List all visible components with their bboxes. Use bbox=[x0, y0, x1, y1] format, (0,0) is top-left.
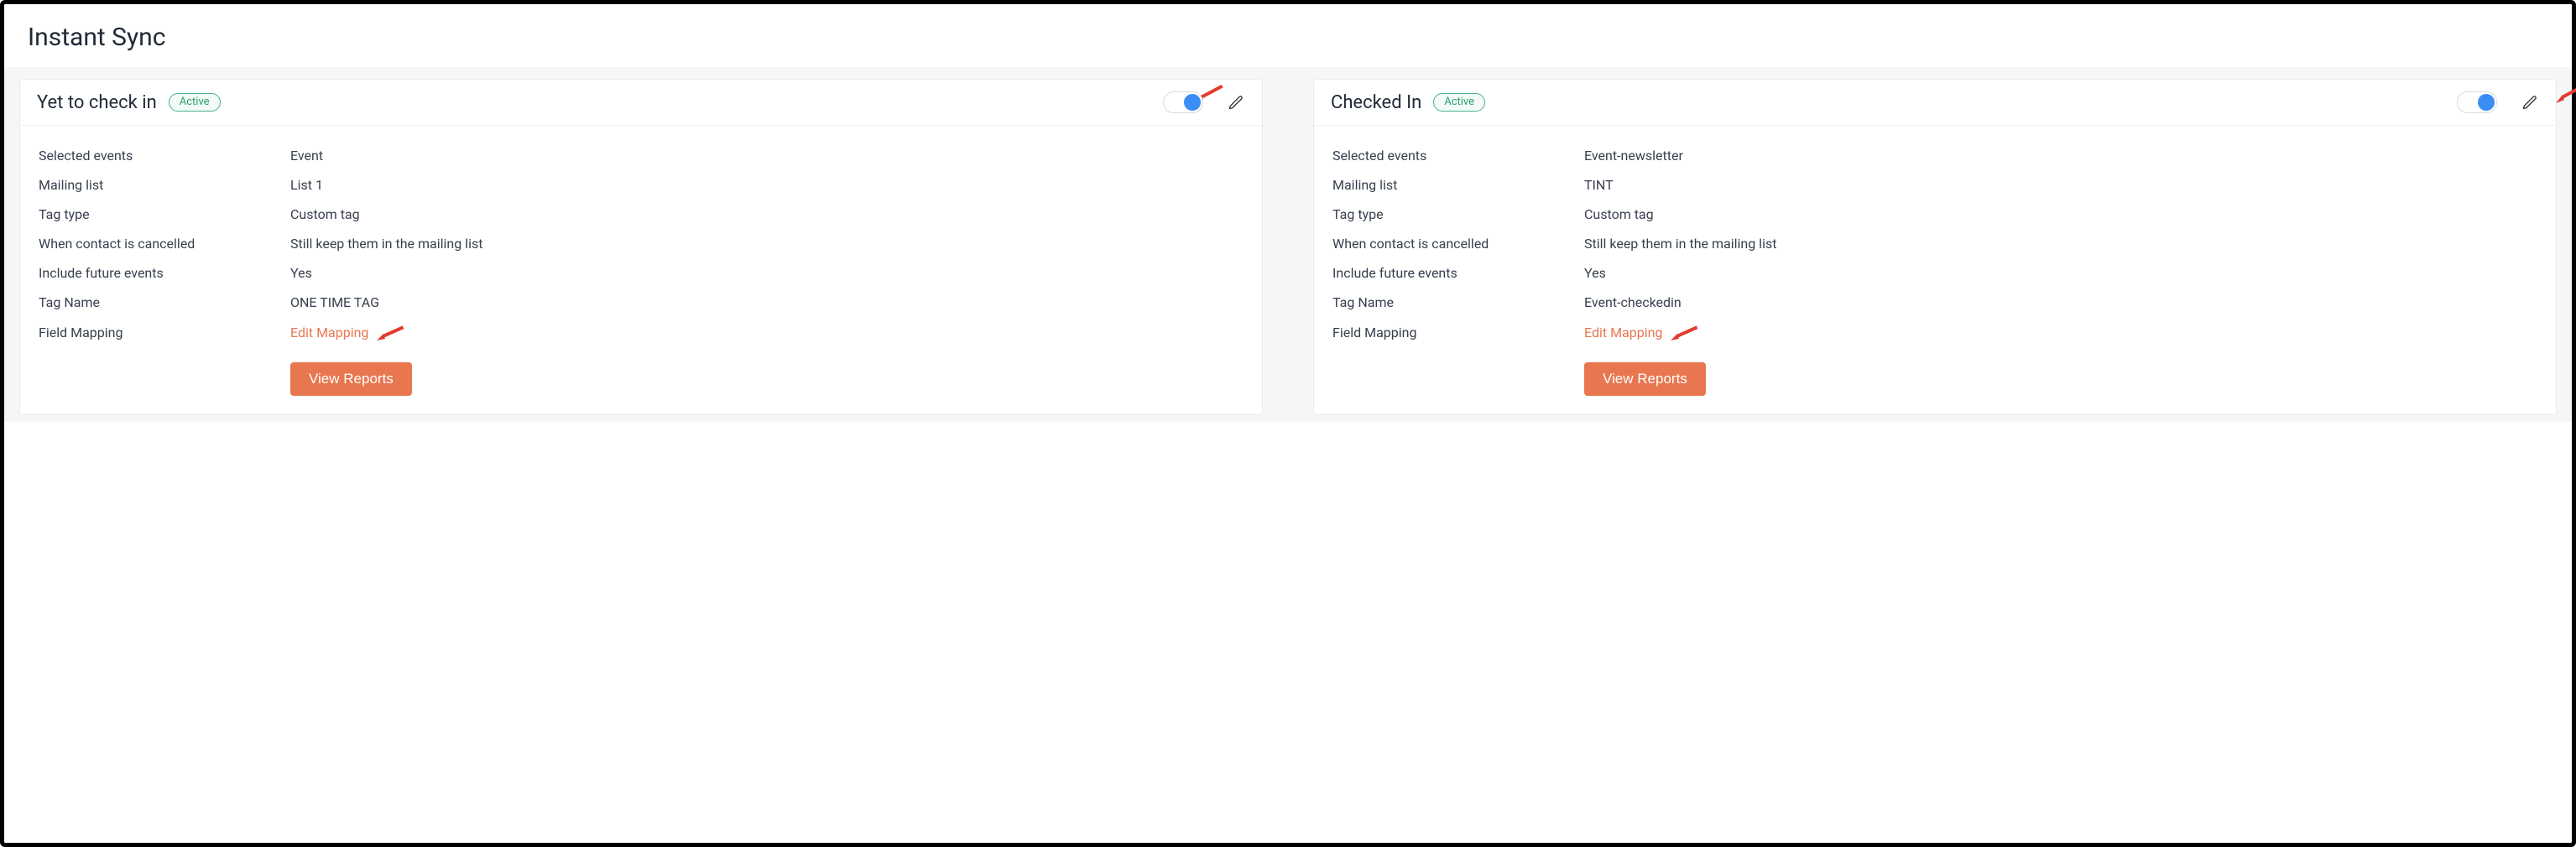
enable-toggle[interactable] bbox=[1163, 91, 1203, 113]
row-when-cancelled: When contact is cancelled Still keep the… bbox=[1332, 229, 2537, 258]
sync-card-yet-to-check-in: Yet to check in Active Selected events E… bbox=[19, 79, 1263, 415]
value-mailing-list: List 1 bbox=[290, 177, 1244, 193]
row-tag-type: Tag type Custom tag bbox=[1332, 200, 2537, 229]
row-mailing-list: Mailing list List 1 bbox=[39, 170, 1244, 200]
view-reports-button[interactable]: View Reports bbox=[1584, 362, 1706, 396]
card-title: Checked In bbox=[1331, 92, 1421, 113]
row-selected-events: Selected events Event bbox=[39, 141, 1244, 170]
label-include-future: Include future events bbox=[1332, 265, 1584, 281]
row-mailing-list: Mailing list TINT bbox=[1332, 170, 2537, 200]
row-field-mapping: Field Mapping Edit Mapping bbox=[39, 317, 1244, 351]
toggle-knob bbox=[1184, 94, 1201, 111]
annotation-arrow-icon bbox=[375, 324, 409, 344]
view-reports-button[interactable]: View Reports bbox=[290, 362, 412, 396]
value-field-mapping: Edit Mapping bbox=[290, 324, 1244, 344]
pencil-icon[interactable] bbox=[1227, 93, 1245, 112]
value-tag-name: ONE TIME TAG bbox=[290, 294, 1244, 310]
cards-area: Yet to check in Active Selected events E… bbox=[4, 67, 2572, 422]
label-mailing-list: Mailing list bbox=[1332, 177, 1584, 193]
toggle-knob bbox=[2478, 94, 2495, 111]
label-tag-name: Tag Name bbox=[1332, 294, 1584, 310]
label-include-future: Include future events bbox=[39, 265, 290, 281]
app-frame: Instant Sync Yet to check in Active Sel bbox=[0, 0, 2576, 847]
row-include-future: Include future events Yes bbox=[1332, 258, 2537, 288]
value-field-mapping: Edit Mapping bbox=[1584, 324, 2537, 344]
value-tag-name: Event-checkedin bbox=[1584, 294, 2537, 310]
label-field-mapping: Field Mapping bbox=[39, 325, 290, 340]
value-include-future: Yes bbox=[1584, 265, 2537, 281]
row-tag-name: Tag Name Event-checkedin bbox=[1332, 288, 2537, 317]
label-selected-events: Selected events bbox=[39, 148, 290, 164]
status-badge: Active bbox=[169, 93, 221, 112]
enable-toggle[interactable] bbox=[2457, 91, 2497, 113]
label-field-mapping: Field Mapping bbox=[1332, 325, 1584, 340]
value-include-future: Yes bbox=[290, 265, 1244, 281]
label-mailing-list: Mailing list bbox=[39, 177, 290, 193]
value-when-cancelled: Still keep them in the mailing list bbox=[1584, 236, 2537, 252]
label-tag-name: Tag Name bbox=[39, 294, 290, 310]
sync-card-checked-in: Checked In Active Selected events Event-… bbox=[1313, 79, 2557, 415]
value-tag-type: Custom tag bbox=[290, 206, 1244, 222]
label-tag-type: Tag type bbox=[39, 206, 290, 222]
card-header: Yet to check in Active bbox=[20, 80, 1262, 126]
row-include-future: Include future events Yes bbox=[39, 258, 1244, 288]
card-body: Selected events Event Mailing list List … bbox=[20, 126, 1262, 414]
label-tag-type: Tag type bbox=[1332, 206, 1584, 222]
value-mailing-list: TINT bbox=[1584, 177, 2537, 193]
annotation-arrow-icon bbox=[2554, 81, 2576, 107]
status-badge: Active bbox=[1433, 93, 1485, 112]
row-tag-name: Tag Name ONE TIME TAG bbox=[39, 288, 1244, 317]
annotation-arrow-icon bbox=[1669, 324, 1703, 344]
edit-mapping-link[interactable]: Edit Mapping bbox=[1584, 325, 1662, 340]
value-selected-events: Event-newsletter bbox=[1584, 148, 2537, 164]
row-field-mapping: Field Mapping Edit Mapping bbox=[1332, 317, 2537, 351]
row-tag-type: Tag type Custom tag bbox=[39, 200, 1244, 229]
action-area: View Reports bbox=[1584, 351, 2537, 396]
card-body: Selected events Event-newsletter Mailing… bbox=[1314, 126, 2556, 414]
value-selected-events: Event bbox=[290, 148, 1244, 164]
row-when-cancelled: When contact is cancelled Still keep the… bbox=[39, 229, 1244, 258]
card-header: Checked In Active bbox=[1314, 80, 2556, 126]
label-when-cancelled: When contact is cancelled bbox=[39, 236, 290, 252]
card-title: Yet to check in bbox=[37, 92, 157, 113]
action-area: View Reports bbox=[290, 351, 1244, 396]
edit-mapping-link[interactable]: Edit Mapping bbox=[290, 325, 368, 340]
pencil-icon[interactable] bbox=[2521, 93, 2539, 112]
value-tag-type: Custom tag bbox=[1584, 206, 2537, 222]
value-when-cancelled: Still keep them in the mailing list bbox=[290, 236, 1244, 252]
page-title: Instant Sync bbox=[4, 4, 2572, 67]
row-selected-events: Selected events Event-newsletter bbox=[1332, 141, 2537, 170]
label-when-cancelled: When contact is cancelled bbox=[1332, 236, 1584, 252]
label-selected-events: Selected events bbox=[1332, 148, 1584, 164]
